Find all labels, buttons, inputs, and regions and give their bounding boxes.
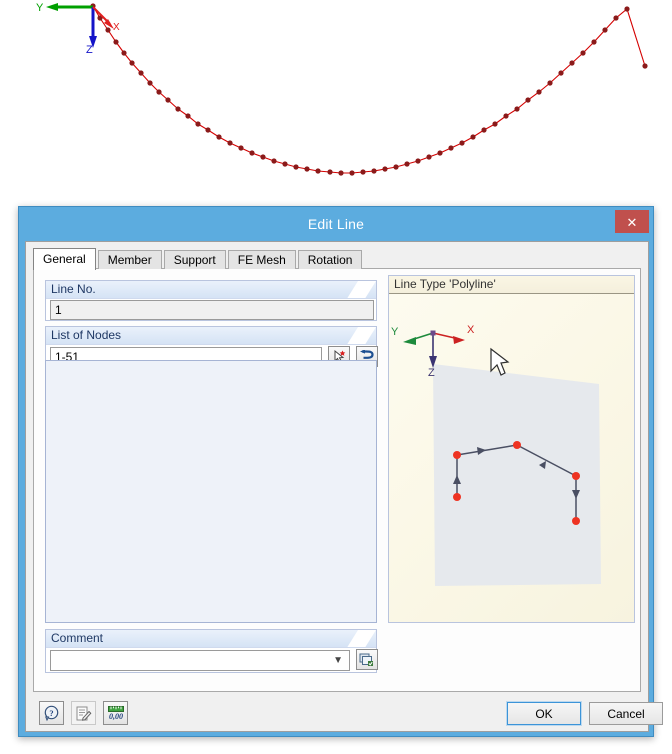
line-no-legend: Line No.: [46, 281, 376, 299]
line-no-input[interactable]: [50, 300, 374, 320]
comment-combobox[interactable]: ▼: [50, 650, 350, 671]
comment-input[interactable]: [51, 651, 333, 670]
tab-fe-mesh[interactable]: FE Mesh: [227, 250, 296, 269]
axis-label-x: X: [113, 22, 120, 33]
nodes-listbox[interactable]: [45, 360, 377, 623]
dialog-title: Edit Line: [307, 216, 365, 232]
line-no-group: Line No.: [45, 280, 377, 321]
catenary-nodes: [90, 3, 648, 176]
units-icon[interactable]: 0,00: [103, 701, 128, 725]
preview-axis-label-z: Z: [428, 367, 435, 379]
ok-button[interactable]: OK: [506, 701, 582, 726]
tab-support[interactable]: Support: [163, 250, 226, 269]
axis-triad-y: [46, 3, 93, 11]
comment-chevron-down-icon[interactable]: ▼: [333, 651, 343, 670]
line-type-preview-panel: Line Type 'Polyline' X Y Z: [388, 275, 635, 623]
comment-library-icon[interactable]: [356, 649, 378, 670]
edit-line-dialog: Edit Line ✕ General Member Support FE Me…: [18, 206, 663, 737]
catenary-curve: [92, 5, 646, 174]
list-of-nodes-legend: List of Nodes: [46, 327, 376, 345]
axis-label-z: Z: [86, 44, 93, 56]
close-icon[interactable]: ✕: [615, 210, 649, 233]
preview-axis-label-x: X: [467, 324, 475, 336]
tab-page-general: Line No. List of Nodes: [33, 268, 641, 692]
help-icon[interactable]: ?: [39, 701, 64, 725]
comment-group: Comment ▼: [45, 629, 378, 673]
units-value: 0,00: [109, 712, 123, 721]
preview-legend: Line Type 'Polyline': [389, 276, 634, 294]
tab-rotation[interactable]: Rotation: [297, 250, 363, 269]
dialog-titlebar[interactable]: Edit Line ✕: [19, 207, 653, 241]
tabstrip: General Member Support FE Mesh Rotation: [33, 248, 364, 270]
axis-triad-x: [92, 6, 114, 29]
axis-triad-z: [89, 7, 97, 48]
comment-legend: Comment: [46, 630, 376, 648]
axis-label-y: Y: [36, 2, 44, 14]
cancel-button[interactable]: Cancel: [589, 702, 663, 725]
tab-general[interactable]: General: [33, 248, 96, 270]
dialog-footer: ? 0,00 OK Cancel: [32, 697, 663, 731]
svg-text:?: ?: [49, 708, 53, 718]
tab-member[interactable]: Member: [97, 250, 162, 269]
preview-axis-label-y: Y: [391, 326, 399, 338]
edit-notes-icon[interactable]: [71, 701, 96, 725]
preview-canvas[interactable]: X Y Z: [389, 294, 634, 622]
dialog-body: General Member Support FE Mesh Rotation …: [25, 241, 663, 732]
